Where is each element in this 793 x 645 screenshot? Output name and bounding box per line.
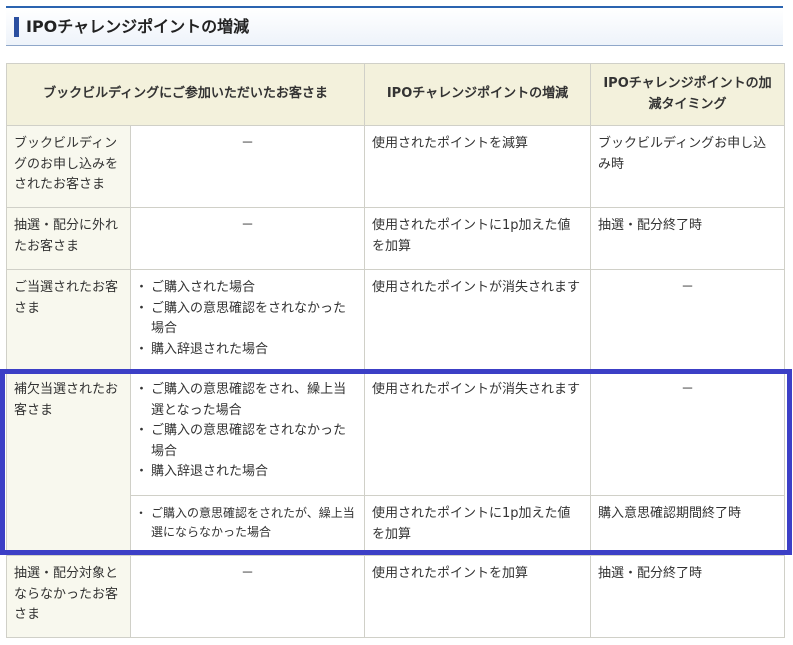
- list-item: 購入辞退された場合: [135, 340, 357, 361]
- row-point-change: 使用されたポイントを減算: [364, 125, 591, 208]
- list-item: ご購入の意思確認をされたが、繰上当選にならなかった場合: [135, 504, 357, 542]
- row-customer: 抽選・配分対象とならなかったお客さま: [6, 555, 131, 638]
- row-point-change: 使用されたポイントを加算: [364, 555, 591, 638]
- list-item: ご購入の意思確認をされ、繰上当選となった場合: [135, 380, 357, 421]
- row-condition: －: [130, 125, 365, 208]
- list-item: ご購入の意思確認をされなかった場合: [135, 421, 357, 462]
- table-row: 補欠当選されたお客さま ご購入の意思確認をされ、繰上当選となった場合 ご購入の意…: [6, 371, 785, 556]
- row-point-change: 使用されたポイントが消失されます: [364, 269, 591, 372]
- row-condition: －: [130, 555, 365, 638]
- row-timing: 抽選・配分終了時: [590, 555, 785, 638]
- list-item: 購入辞退された場合: [135, 462, 357, 483]
- table-row: 抽選・配分に外れたお客さま － 使用されたポイントに1p加えた値を加算 抽選・配…: [6, 207, 785, 270]
- row-timing: ブックビルディングお申し込み時: [590, 125, 785, 208]
- condition-list: ご購入の意思確認をされ、繰上当選となった場合 ご購入の意思確認をされなかった場合…: [135, 380, 357, 483]
- table-header-row: ブックビルディングにご参加いただいたお客さま IPOチャレンジポイントの増減 I…: [6, 63, 785, 126]
- row-conditions: ご購入の意思確認をされ、繰上当選となった場合 ご購入の意思確認をされなかった場合…: [130, 371, 365, 496]
- list-item: ご購入された場合: [135, 278, 357, 299]
- row-condition: －: [130, 207, 365, 270]
- row-timing: 抽選・配分終了時: [590, 207, 785, 270]
- row-timing: －: [590, 269, 785, 372]
- table-row: 抽選・配分対象とならなかったお客さま － 使用されたポイントを加算 抽選・配分終…: [6, 555, 785, 638]
- condition-list: ご購入の意思確認をされたが、繰上当選にならなかった場合: [135, 504, 357, 542]
- list-item: ご購入の意思確認をされなかった場合: [135, 299, 357, 340]
- row-customer: ブックビルディングのお申し込みをされたお客さま: [6, 125, 131, 208]
- ipo-point-table: ブックビルディングにご参加いただいたお客さま IPOチャレンジポイントの増減 I…: [6, 63, 785, 638]
- row-conditions: ご購入の意思確認をされたが、繰上当選にならなかった場合: [130, 495, 365, 556]
- row-point-change: 使用されたポイントに1p加えた値を加算: [364, 207, 591, 270]
- header-timing: IPOチャレンジポイントの加減タイミング: [590, 63, 785, 126]
- row-timing: 購入意思確認期間終了時: [590, 495, 785, 556]
- page-title: IPOチャレンジポイントの増減: [26, 17, 250, 36]
- row-customer: 抽選・配分に外れたお客さま: [6, 207, 131, 270]
- row-timing: －: [590, 371, 785, 496]
- row-point-change: 使用されたポイントが消失されます: [364, 371, 591, 496]
- table-row: ブックビルディングのお申し込みをされたお客さま － 使用されたポイントを減算 ブ…: [6, 125, 785, 208]
- row-customer: 補欠当選されたお客さま: [6, 371, 131, 556]
- header-point-change: IPOチャレンジポイントの増減: [364, 63, 591, 126]
- row-customer: ご当選されたお客さま: [6, 269, 131, 372]
- title-marker: [14, 17, 19, 37]
- row-point-change: 使用されたポイントに1p加えた値を加算: [364, 495, 591, 556]
- table-row: ご当選されたお客さま ご購入された場合 ご購入の意思確認をされなかった場合 購入…: [6, 269, 785, 372]
- row-conditions: ご購入された場合 ご購入の意思確認をされなかった場合 購入辞退された場合: [130, 269, 365, 372]
- section-title-bar: IPOチャレンジポイントの増減: [6, 6, 783, 46]
- header-customer: ブックビルディングにご参加いただいたお客さま: [6, 63, 365, 126]
- condition-list: ご購入された場合 ご購入の意思確認をされなかった場合 購入辞退された場合: [135, 278, 357, 361]
